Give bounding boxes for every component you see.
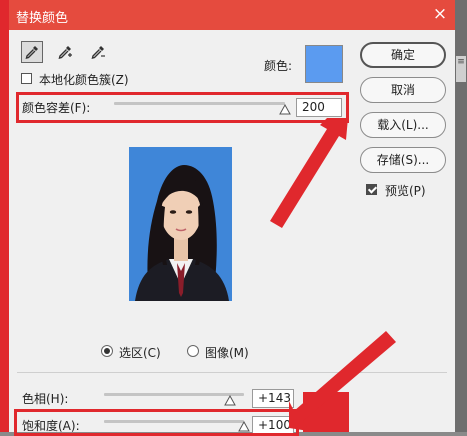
close-icon[interactable]: × <box>431 4 449 24</box>
ok-button[interactable]: 确定 <box>360 42 446 68</box>
section-divider <box>17 372 447 373</box>
fuzziness-highlight-box <box>16 92 349 123</box>
preview-image <box>129 147 232 301</box>
replace-color-dialog: 替换颜色 × 本地化颜色簇(Z) 颜色: 颜色容差(F): 200 确定 取消 … <box>9 0 455 436</box>
localized-clusters-checkbox[interactable] <box>21 73 32 84</box>
color-label: 颜色: <box>264 59 293 73</box>
image-radio[interactable] <box>187 345 199 357</box>
color-swatch[interactable] <box>305 45 343 83</box>
localized-clusters-label: 本地化颜色簇(Z) <box>39 73 129 87</box>
title-bar: 替换颜色 × <box>9 0 455 30</box>
result-color-swatch[interactable] <box>303 392 349 432</box>
background-panel-strip: ≡ <box>455 0 467 432</box>
cancel-button[interactable]: 取消 <box>360 77 446 103</box>
save-button[interactable]: 存储(S)... <box>360 147 446 173</box>
hue-input[interactable]: +143 <box>252 389 294 408</box>
eyedropper-minus-icon <box>91 46 105 59</box>
background-red-edge <box>0 0 9 432</box>
eyedropper-icon <box>25 46 38 59</box>
eyedropper-plus-tool[interactable] <box>54 41 76 63</box>
eyedropper-minus-tool[interactable] <box>87 41 109 63</box>
portrait-photo <box>129 147 232 301</box>
image-radio-label: 图像(M) <box>205 346 249 360</box>
preview-checkbox[interactable] <box>366 184 377 195</box>
preview-label: 预览(P) <box>385 184 426 198</box>
dialog-title: 替换颜色 <box>16 11 69 26</box>
load-button[interactable]: 载入(L)... <box>360 112 446 138</box>
hue-label: 色相(H): <box>22 392 69 406</box>
selection-radio-label: 选区(C) <box>119 346 161 360</box>
panel-tab[interactable]: ≡ <box>456 56 466 82</box>
selection-radio[interactable] <box>101 345 113 357</box>
eyedropper-tool[interactable] <box>21 41 43 63</box>
eyedropper-plus-icon <box>58 46 72 59</box>
